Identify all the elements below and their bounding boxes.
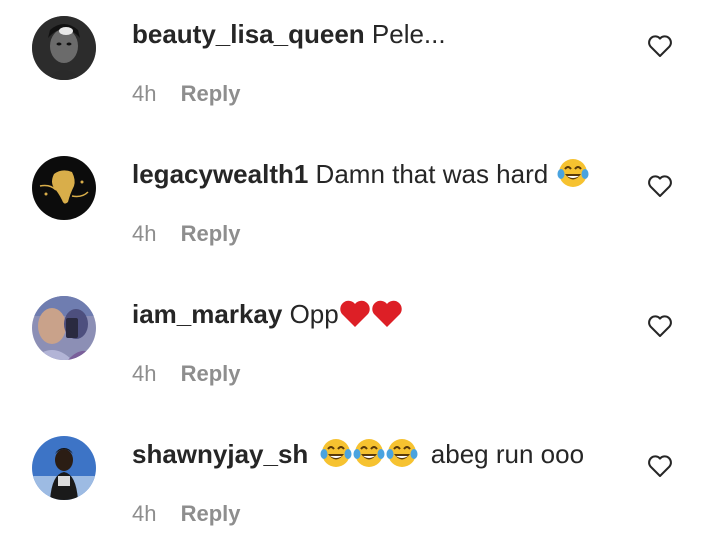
avatar[interactable]	[32, 436, 96, 500]
comment-text-line: beauty_lisa_queen Pele...	[132, 17, 446, 51]
face-with-tears-of-joy-icon	[386, 439, 418, 467]
comment-timestamp: 4h	[132, 361, 157, 386]
face-with-tears-of-joy-icon	[353, 439, 385, 467]
comment-timestamp: 4h	[132, 81, 157, 106]
comment-item: iam_markay Opp 4h Reply	[0, 280, 720, 420]
comment-username[interactable]: legacywealth1	[132, 159, 308, 189]
comment-item: legacywealth1 Damn that was hard 4h Repl…	[0, 140, 720, 280]
heart-outline-icon[interactable]	[647, 454, 673, 478]
avatar[interactable]	[32, 156, 96, 220]
comment-body: Pele...	[371, 19, 446, 49]
reply-button[interactable]: Reply	[181, 501, 241, 526]
comment-text-line: legacywealth1 Damn that was hard	[132, 157, 589, 191]
red-heart-icon	[340, 300, 370, 327]
comment-text-line: iam_markay Opp	[132, 297, 403, 331]
comment-body: abeg run ooo	[430, 439, 585, 469]
comment-username[interactable]: shawnyjay_sh	[132, 439, 308, 469]
comment-timestamp: 4h	[132, 221, 157, 246]
face-with-tears-of-joy-icon	[320, 439, 352, 467]
comment-body: Opp	[289, 299, 339, 329]
comment-timestamp: 4h	[132, 501, 157, 526]
heart-outline-icon[interactable]	[647, 174, 673, 198]
comment-text-line: shawnyjay_sh abeg run ooo	[132, 437, 584, 471]
comment-username[interactable]: iam_markay	[132, 299, 282, 329]
comment-item: shawnyjay_sh abeg run ooo 4h Reply	[0, 420, 720, 560]
red-heart-icon	[372, 300, 402, 327]
profile-photo-icon	[32, 16, 96, 80]
comment-username[interactable]: beauty_lisa_queen	[132, 19, 365, 49]
profile-photo-icon	[32, 436, 96, 500]
reply-button[interactable]: Reply	[181, 221, 241, 246]
avatar[interactable]	[32, 296, 96, 360]
comment-item: beauty_lisa_queen Pele... 4h Reply	[0, 0, 720, 140]
heart-outline-icon[interactable]	[647, 34, 673, 58]
heart-outline-icon[interactable]	[647, 314, 673, 338]
comment-meta: 4h Reply	[132, 360, 241, 388]
avatar[interactable]	[32, 16, 96, 80]
face-with-tears-of-joy-icon	[557, 159, 589, 187]
reply-button[interactable]: Reply	[181, 81, 241, 106]
comment-meta: 4h Reply	[132, 500, 241, 528]
comment-meta: 4h Reply	[132, 220, 241, 248]
comment-body: Damn that was hard	[315, 159, 549, 189]
comment-meta: 4h Reply	[132, 80, 241, 108]
reply-button[interactable]: Reply	[181, 361, 241, 386]
profile-photo-icon	[32, 296, 96, 360]
profile-photo-icon	[32, 156, 96, 220]
